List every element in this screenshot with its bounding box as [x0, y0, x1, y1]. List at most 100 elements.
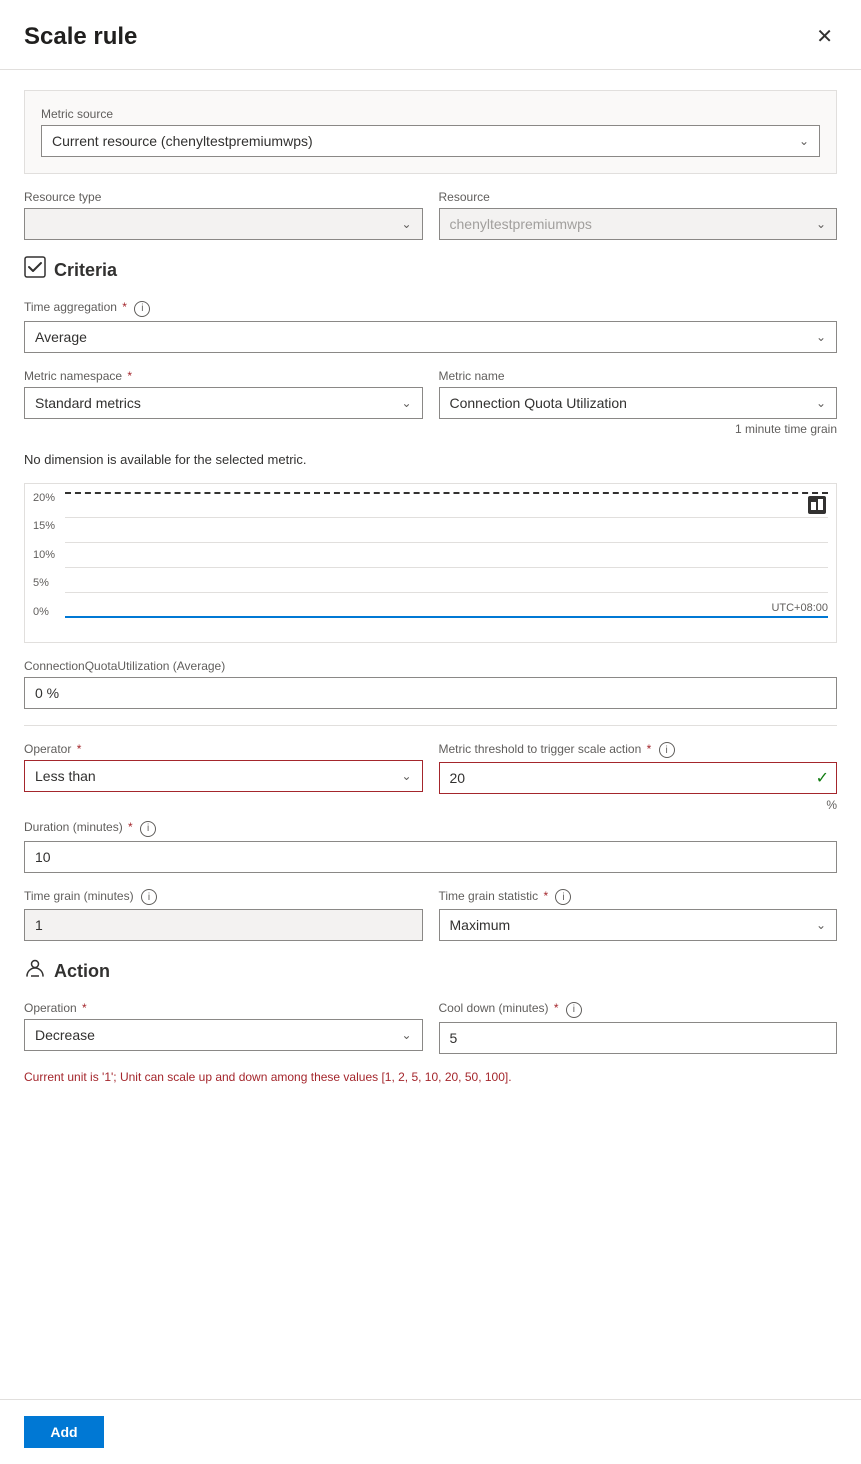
metric-name-label: Metric name — [439, 369, 838, 383]
time-aggregation-value: Average — [35, 329, 87, 345]
chart-content: UTC+08:00 — [65, 492, 828, 618]
resource-type-field: Resource type ⌄ — [24, 190, 423, 240]
time-grain-minutes-input — [24, 909, 423, 941]
time-grain-statistic-chevron-icon: ⌄ — [816, 918, 826, 932]
time-grain-label: 1 minute time grain — [735, 422, 837, 436]
duration-label: Duration (minutes) * i — [24, 820, 837, 837]
chart-threshold-line — [65, 492, 828, 494]
duration-required: * — [128, 820, 133, 834]
metric-threshold-info-icon[interactable]: i — [659, 742, 675, 758]
metric-threshold-label: Metric threshold to trigger scale action… — [439, 742, 838, 759]
action-icon — [24, 957, 46, 985]
metric-namespace-label: Metric namespace * — [24, 369, 423, 383]
cool-down-required: * — [554, 1001, 559, 1015]
duration-input[interactable] — [24, 841, 837, 873]
chart-label-10: 10% — [33, 549, 55, 561]
resource-field: Resource chenyltestpremiumwps ⌄ — [439, 190, 838, 240]
metric-threshold-input[interactable] — [439, 762, 838, 794]
operator-chevron-icon: ⌄ — [401, 769, 411, 783]
time-grain-statistic-label: Time grain statistic * i — [439, 889, 838, 906]
operation-value: Decrease — [35, 1027, 95, 1043]
operator-field: Operator * Less than ⌄ — [24, 742, 423, 795]
operator-value: Less than — [35, 768, 96, 784]
time-grain-statistic-value: Maximum — [450, 917, 511, 933]
chart-label-20: 20% — [33, 492, 55, 504]
operation-label: Operation * — [24, 1001, 423, 1015]
chart-grid-line-2 — [65, 542, 828, 543]
operator-label: Operator * — [24, 742, 423, 756]
time-aggregation-chevron-icon: ⌄ — [816, 330, 826, 344]
metric-name-value: Connection Quota Utilization — [450, 395, 627, 411]
chart-data-line — [65, 616, 828, 618]
unit-note: Current unit is '1'; Unit can scale up a… — [24, 1070, 837, 1084]
cool-down-input[interactable] — [439, 1022, 838, 1054]
metric-source-dropdown[interactable]: Current resource (chenyltestpremiumwps) … — [41, 125, 820, 157]
chart-threshold-icon — [806, 494, 828, 522]
time-aggregation-dropdown[interactable]: Average ⌄ — [24, 321, 837, 353]
cool-down-field: Cool down (minutes) * i — [439, 1001, 838, 1054]
chart-label-15: 15% — [33, 520, 55, 532]
add-button-label: Add — [50, 1424, 77, 1440]
operation-cooldown-row: Operation * Decrease ⌄ Cool down (minute… — [24, 1001, 837, 1054]
metric-namespace-required: * — [127, 369, 132, 383]
time-grain-statistic-field: Time grain statistic * i Maximum ⌄ — [439, 889, 838, 942]
resource-label: Resource — [439, 190, 838, 204]
cool-down-info-icon[interactable]: i — [566, 1002, 582, 1018]
resource-chevron-icon: ⌄ — [816, 217, 826, 231]
metric-namespace-value: Standard metrics — [35, 395, 141, 411]
metric-namespace-dropdown[interactable]: Standard metrics ⌄ — [24, 387, 423, 419]
time-grain-statistic-required: * — [543, 889, 548, 903]
metric-threshold-field: Metric threshold to trigger scale action… — [439, 742, 838, 795]
resource-value: chenyltestpremiumwps — [450, 216, 592, 232]
metric-display-input[interactable] — [24, 677, 837, 709]
panel-body: Metric source Current resource (chenylte… — [0, 70, 861, 1399]
chart-y-labels: 20% 15% 10% 5% 0% — [33, 492, 55, 618]
add-button[interactable]: Add — [24, 1416, 104, 1448]
operator-required: * — [77, 742, 82, 756]
close-button[interactable]: ✕ — [812, 20, 837, 53]
divider-1 — [24, 725, 837, 726]
metric-name-chevron-icon: ⌄ — [816, 396, 826, 410]
metric-display-label: ConnectionQuotaUtilization (Average) — [24, 659, 837, 673]
time-aggregation-required: * — [122, 300, 127, 314]
time-aggregation-info-icon[interactable]: i — [134, 301, 150, 317]
time-aggregation-label: Time aggregation * i — [24, 300, 837, 317]
metric-name-dropdown[interactable]: Connection Quota Utilization ⌄ — [439, 387, 838, 419]
percent-label: % — [24, 798, 837, 812]
action-title: Action — [54, 961, 110, 982]
resource-type-label: Resource type — [24, 190, 423, 204]
metric-namespace-chevron-icon: ⌄ — [401, 396, 411, 410]
time-grain-minutes-label: Time grain (minutes) i — [24, 889, 423, 906]
time-grain-statistic-info-icon[interactable]: i — [555, 889, 571, 905]
duration-info-icon[interactable]: i — [140, 821, 156, 837]
chart-grid-line-3 — [65, 567, 828, 568]
criteria-icon — [24, 256, 46, 284]
operation-field: Operation * Decrease ⌄ — [24, 1001, 423, 1054]
criteria-title: Criteria — [54, 260, 117, 281]
panel-footer: Add — [0, 1399, 861, 1464]
chart-timezone: UTC+08:00 — [771, 602, 828, 614]
metric-source-label: Metric source — [41, 107, 820, 121]
scale-rule-panel: Scale rule ✕ Metric source Current resou… — [0, 0, 861, 1464]
metric-source-section: Metric source Current resource (chenylte… — [24, 90, 837, 174]
threshold-input-wrapper: ✓ — [439, 762, 838, 794]
metric-name-field: Metric name Connection Quota Utilization… — [439, 369, 838, 436]
panel-header: Scale rule ✕ — [0, 0, 861, 70]
chart-area: 20% 15% 10% 5% 0% UTC+08:00 — [24, 483, 837, 643]
metric-source-chevron-icon: ⌄ — [799, 134, 809, 148]
duration-section: Duration (minutes) * i — [24, 820, 837, 873]
threshold-check-icon: ✓ — [816, 768, 829, 788]
metric-namespace-field: Metric namespace * Standard metrics ⌄ — [24, 369, 423, 436]
time-grain-statistic-dropdown[interactable]: Maximum ⌄ — [439, 909, 838, 941]
chart-grid-line-4 — [65, 592, 828, 593]
panel-title: Scale rule — [24, 23, 137, 51]
operation-chevron-icon: ⌄ — [401, 1028, 411, 1042]
time-grain-minutes-info-icon[interactable]: i — [141, 889, 157, 905]
close-icon: ✕ — [816, 24, 833, 49]
operation-dropdown[interactable]: Decrease ⌄ — [24, 1019, 423, 1051]
operator-dropdown[interactable]: Less than ⌄ — [24, 760, 423, 792]
dimension-note: No dimension is available for the select… — [24, 452, 837, 467]
chart-label-5: 5% — [33, 577, 55, 589]
resource-type-dropdown[interactable]: ⌄ — [24, 208, 423, 240]
resource-dropdown[interactable]: chenyltestpremiumwps ⌄ — [439, 208, 838, 240]
